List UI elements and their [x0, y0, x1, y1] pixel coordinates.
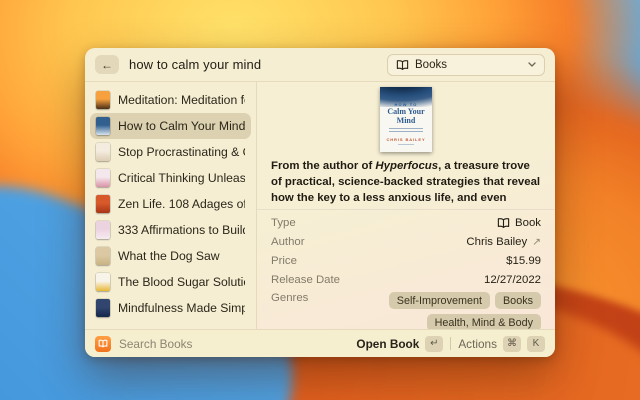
list-item[interactable]: Zen Life. 108 Adages of Wisdom	[90, 191, 251, 217]
list-item-label: The Blood Sugar Solution	[118, 275, 245, 289]
search-launcher-window: ← how to calm your mind Books Meditation…	[85, 48, 555, 357]
list-item[interactable]: Stop Procrastinating & Overthin...	[90, 139, 251, 165]
list-item[interactable]: Mindfulness Made Simple: An In...	[90, 295, 251, 321]
meta-label: Price	[271, 255, 297, 267]
actions-button[interactable]: Actions ⌘ K	[458, 336, 545, 352]
book-cover-thumbnail	[96, 247, 110, 265]
book-cover: HOW TO Calm YourMind CHRIS BAILEY	[380, 87, 432, 152]
list-item-label: Meditation: Meditation for begin...	[118, 93, 245, 107]
metadata-section: Type Book Author Chris Bailey ↗	[257, 210, 555, 329]
actions-label: Actions	[458, 337, 497, 351]
book-cover-thumbnail	[96, 169, 110, 187]
genre-tag: Health, Mind & Body	[427, 314, 541, 329]
search-input[interactable]: how to calm your mind	[129, 57, 261, 72]
list-item[interactable]: Critical Thinking Unleashed: Ho...	[90, 165, 251, 191]
books-app-icon	[95, 336, 111, 352]
book-cover-thumbnail	[96, 273, 110, 291]
list-item-selected[interactable]: How to Calm Your Mind	[90, 113, 251, 139]
open-book-label: Open Book	[356, 337, 419, 351]
meta-row-type: Type Book	[271, 216, 541, 230]
command-key-icon: ⌘	[503, 336, 521, 352]
list-item[interactable]: The Blood Sugar Solution	[90, 269, 251, 295]
book-cover-thumbnail	[96, 195, 110, 213]
detail-panel: HOW TO Calm YourMind CHRIS BAILEY From t…	[257, 82, 555, 329]
list-item[interactable]: 333 Affirmations to Build Self Es...	[90, 217, 251, 243]
desktop: ← how to calm your mind Books Meditation…	[0, 0, 640, 400]
book-cover-thumbnail	[96, 143, 110, 161]
book-cover-thumbnail	[96, 117, 110, 135]
results-list: Meditation: Meditation for begin... How …	[85, 82, 257, 329]
book-description: From the author of Hyperfocus, a treasur…	[257, 156, 555, 207]
back-arrow-icon: ←	[101, 58, 113, 72]
category-dropdown[interactable]: Books	[387, 54, 545, 76]
book-cover-thumbnail	[96, 91, 110, 109]
divider	[450, 337, 451, 350]
cover-subtitle-lines	[389, 128, 423, 132]
genre-tags: Self-Improvement Books Health, Mind & Bo…	[308, 292, 541, 329]
author-link[interactable]: Chris Bailey ↗	[466, 236, 541, 248]
meta-row-genres: Genres Self-Improvement Books Health, Mi…	[271, 292, 541, 329]
dropdown-selected-label: Books	[415, 59, 447, 71]
list-item-label: Zen Life. 108 Adages of Wisdom	[118, 197, 245, 211]
meta-row-release-date: Release Date 12/27/2022	[271, 273, 541, 287]
meta-label: Type	[271, 217, 296, 229]
enter-key-icon: ↵	[425, 336, 443, 352]
cover-title: Calm YourMind	[380, 108, 432, 125]
list-item-label: Critical Thinking Unleashed: Ho...	[118, 171, 245, 185]
meta-label: Genres	[271, 292, 308, 304]
list-item-label: Mindfulness Made Simple: An In...	[118, 301, 245, 315]
external-link-icon: ↗	[532, 236, 541, 248]
list-item-label: 333 Affirmations to Build Self Es...	[118, 223, 245, 237]
genre-tag: Books	[495, 292, 541, 309]
meta-label: Release Date	[271, 274, 340, 286]
command-name-label: Search Books	[119, 337, 192, 351]
meta-value-price: $15.99	[506, 255, 541, 267]
back-button[interactable]: ←	[95, 55, 119, 74]
meta-row-price: Price $15.99	[271, 254, 541, 268]
action-bar: Search Books Open Book ↵ Actions ⌘ K	[85, 329, 555, 357]
list-item-label: Stop Procrastinating & Overthin...	[118, 145, 245, 159]
list-item[interactable]: What the Dog Saw	[90, 243, 251, 269]
search-header: ← how to calm your mind Books	[85, 48, 555, 82]
cover-foot-line	[398, 144, 414, 146]
footer-actions: Open Book ↵ Actions ⌘ K	[356, 336, 545, 352]
cover-kicker: HOW TO	[380, 102, 432, 107]
list-item-label: How to Calm Your Mind	[118, 119, 245, 133]
list-item[interactable]: Meditation: Meditation for begin...	[90, 87, 251, 113]
book-cover-area: HOW TO Calm YourMind CHRIS BAILEY	[257, 82, 555, 156]
meta-value-release-date: 12/27/2022	[484, 274, 541, 286]
meta-value-type: Book	[497, 217, 541, 229]
k-key-icon: K	[527, 336, 545, 352]
meta-label: Author	[271, 236, 305, 248]
cover-author: CHRIS BAILEY	[380, 137, 432, 142]
book-icon	[497, 217, 510, 229]
genre-tag: Self-Improvement	[389, 292, 490, 309]
meta-row-author: Author Chris Bailey ↗	[271, 235, 541, 249]
window-body: Meditation: Meditation for begin... How …	[85, 82, 555, 329]
book-cover-thumbnail	[96, 221, 110, 239]
open-book-button[interactable]: Open Book ↵	[356, 336, 443, 352]
list-item-label: What the Dog Saw	[118, 249, 220, 263]
book-icon	[396, 59, 409, 71]
chevron-down-icon	[528, 62, 536, 67]
book-cover-thumbnail	[96, 299, 110, 317]
